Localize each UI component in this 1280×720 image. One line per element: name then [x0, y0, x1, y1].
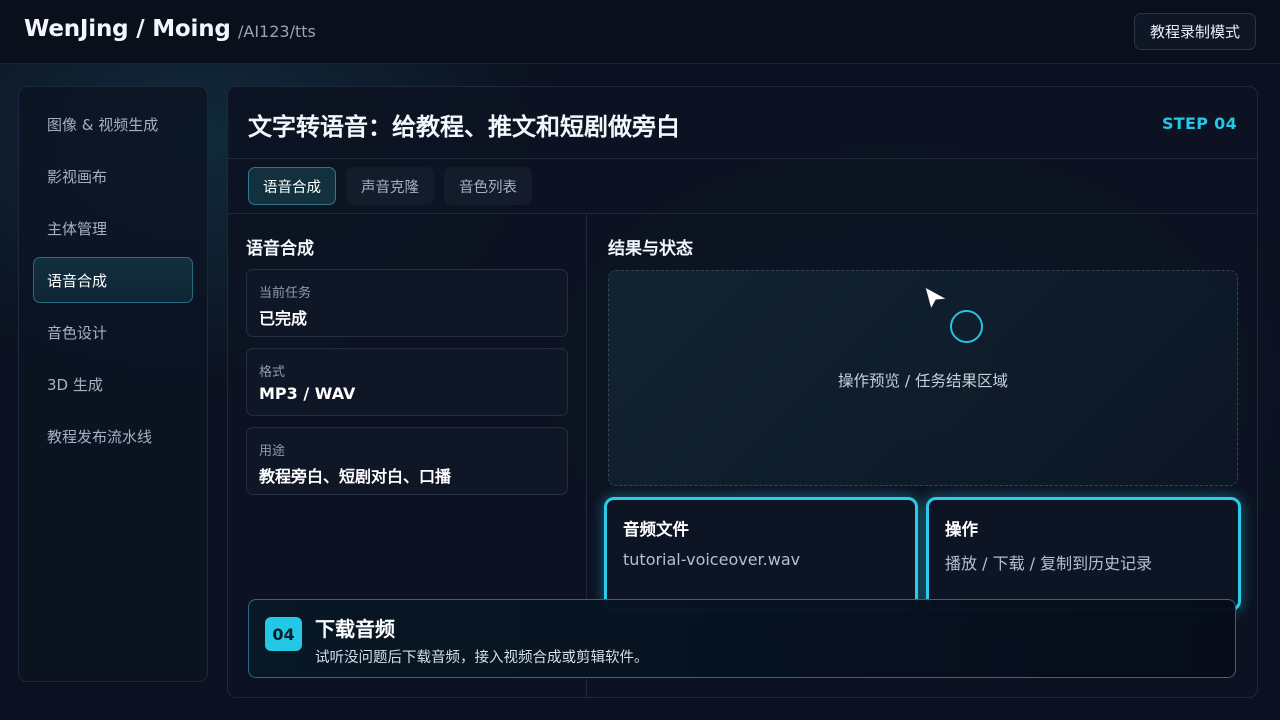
- info-card-format: 格式 MP3 / WAV: [246, 348, 568, 416]
- info-value: 教程旁白、短剧对白、口播: [259, 467, 452, 486]
- toast-title: 下载音频: [315, 617, 395, 641]
- sidebar-item-tutorial-pipeline[interactable]: 教程发布流水线: [33, 413, 193, 459]
- info-label: 当前任务: [259, 286, 312, 301]
- sidebar-item-film-canvas[interactable]: 影视画布: [33, 153, 193, 199]
- info-label: 格式: [259, 365, 286, 380]
- info-value: 已完成: [259, 309, 308, 328]
- sidebar-item-subject-management[interactable]: 主体管理: [33, 205, 193, 251]
- page-title: 文字转语音：给教程、推文和短剧做旁白: [248, 113, 680, 141]
- info-card-usage: 用途 教程旁白、短剧对白、口播: [246, 427, 568, 495]
- step-indicator: STEP 04: [1161, 114, 1237, 133]
- main-header: 文字转语音：给教程、推文和短剧做旁白 STEP 04: [228, 87, 1257, 159]
- mouse-cursor-icon: [924, 285, 949, 311]
- info-value: MP3 / WAV: [259, 384, 356, 403]
- info-card-current-task: 当前任务 已完成: [246, 269, 568, 337]
- audio-file-title: 音频文件: [623, 520, 689, 539]
- sidebar-item-3d-generation[interactable]: 3D 生成: [33, 361, 193, 407]
- step-number-badge: 04: [265, 617, 302, 651]
- tab-bar: 语音合成 声音克隆 音色列表: [248, 167, 532, 207]
- preview-placeholder-text: 操作预览 / 任务结果区域: [837, 372, 1009, 390]
- audio-file-card[interactable]: 音频文件 tutorial-voiceover.wav: [604, 497, 918, 611]
- toast-description: 试听没问题后下载音频，接入视频合成或剪辑软件。: [315, 650, 649, 666]
- step-toast: 04 下载音频 试听没问题后下载音频，接入视频合成或剪辑软件。: [248, 599, 1236, 678]
- audio-file-name: tutorial-voiceover.wav: [623, 550, 801, 569]
- tab-speech-synthesis[interactable]: 语音合成: [248, 167, 336, 205]
- preview-area[interactable]: 操作预览 / 任务结果区域: [608, 270, 1238, 486]
- actions-list: 播放 / 下载 / 复制到历史记录: [945, 554, 1153, 573]
- info-label: 用途: [259, 444, 286, 459]
- tutorial-record-mode-button[interactable]: 教程录制模式: [1134, 13, 1256, 50]
- right-section-title: 结果与状态: [608, 239, 693, 259]
- sidebar-item-speech-synthesis[interactable]: 语音合成: [33, 257, 193, 303]
- sidebar-item-voice-design[interactable]: 音色设计: [33, 309, 193, 355]
- loading-ring-icon: [950, 310, 983, 343]
- tab-voice-list[interactable]: 音色列表: [444, 167, 532, 205]
- top-bar: WenJing / Moing /AI123/tts 教程录制模式: [0, 0, 1280, 64]
- actions-card[interactable]: 操作 播放 / 下载 / 复制到历史记录: [926, 497, 1241, 611]
- tab-voice-clone[interactable]: 声音克隆: [346, 167, 434, 205]
- left-section-title: 语音合成: [246, 239, 314, 259]
- brand-title[interactable]: WenJing / Moing: [24, 16, 231, 42]
- sidebar-item-image-video[interactable]: 图像 & 视频生成: [33, 101, 193, 147]
- actions-title: 操作: [945, 520, 978, 539]
- sidebar: 图像 & 视频生成 影视画布 主体管理 语音合成 音色设计 3D 生成 教程发布…: [18, 86, 208, 682]
- breadcrumb-path: /AI123/tts: [238, 22, 316, 41]
